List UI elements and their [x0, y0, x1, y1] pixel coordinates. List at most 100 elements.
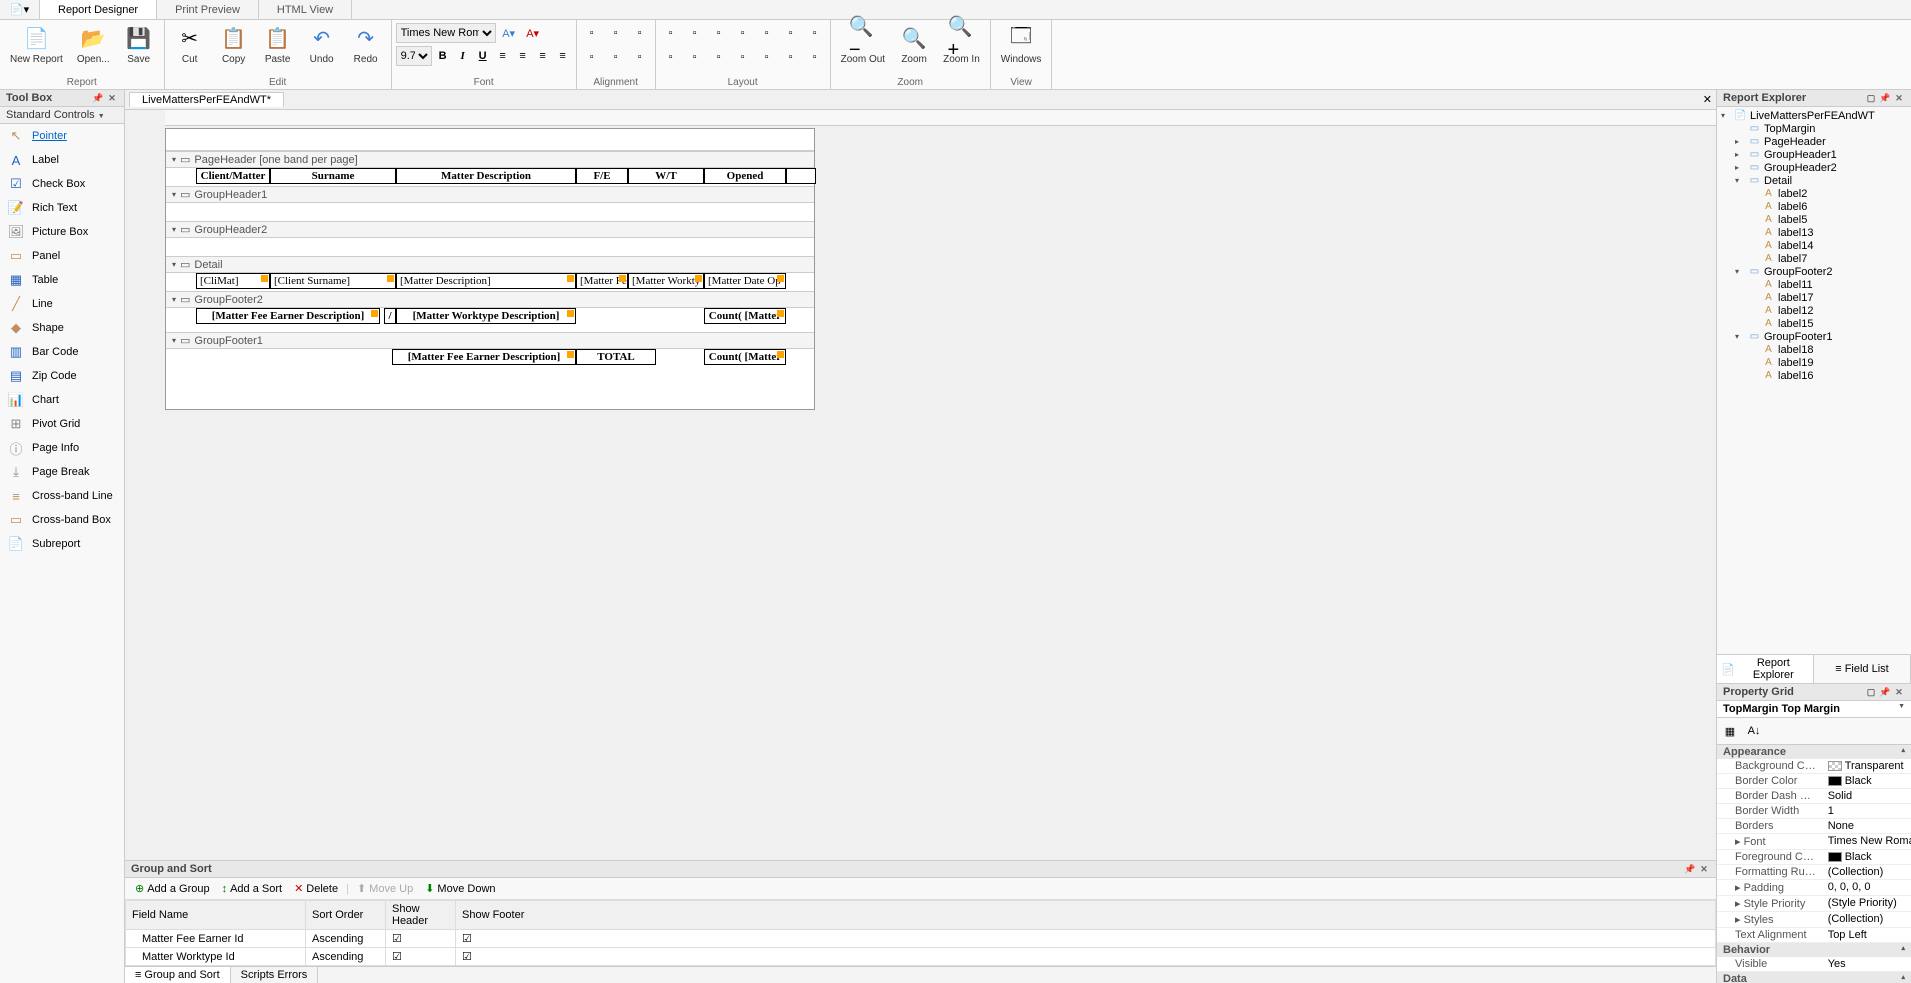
font-family-select[interactable]: Times New Roman — [396, 23, 496, 43]
propgrid-pin-icon[interactable]: 📌 — [1879, 686, 1891, 698]
collapse-icon[interactable]: ▾ — [172, 336, 176, 345]
toolbox-item-cross-band-box[interactable]: ▭Cross-band Box — [0, 508, 124, 532]
gs-field[interactable]: Matter Fee Earner Id — [126, 930, 306, 948]
expand-icon[interactable]: ▾ — [1735, 176, 1745, 185]
prop-row[interactable]: ▸ FontTimes New Roman,... — [1717, 834, 1911, 850]
tree-node-label16[interactable]: Alabel16 — [1717, 369, 1911, 382]
report-label[interactable]: Matter Description — [396, 168, 576, 184]
layout-btn-13[interactable]: ▫ — [780, 46, 802, 68]
smart-tag-icon[interactable] — [777, 351, 784, 358]
gs-show-header[interactable]: ☑ — [386, 948, 456, 966]
toolbox-item-chart[interactable]: 📊Chart — [0, 388, 124, 412]
design-canvas[interactable]: ▾▭PageHeader [one band per page]Client/M… — [125, 110, 1716, 860]
report-label[interactable]: Opened — [704, 168, 786, 184]
report-label[interactable]: Client/Matter — [196, 168, 270, 184]
prop-row[interactable]: Foreground ColorBlack — [1717, 850, 1911, 865]
tab-field-list[interactable]: ≡Field List — [1814, 655, 1911, 683]
document-tab[interactable]: LiveMattersPerFEAndWT* — [129, 92, 284, 107]
prop-value[interactable]: (Style Priority) — [1824, 896, 1911, 911]
tree-node-groupheader1[interactable]: ▸▭GroupHeader1 — [1717, 148, 1911, 161]
underline-button[interactable]: U — [474, 47, 492, 65]
layout-btn-9[interactable]: ▫ — [684, 46, 706, 68]
toolbox-item-table[interactable]: ▦Table — [0, 268, 124, 292]
report-label[interactable]: / — [384, 308, 396, 324]
tree-node-detail[interactable]: ▾▭Detail — [1717, 174, 1911, 187]
prop-row[interactable]: ▸ Styles(Collection) — [1717, 912, 1911, 928]
gs-close-icon[interactable]: ✕ — [1698, 863, 1710, 875]
tree-node-groupheader2[interactable]: ▸▭GroupHeader2 — [1717, 161, 1911, 174]
prop-row[interactable]: Background ColorTransparent — [1717, 759, 1911, 774]
add-sort-button[interactable]: ↕Add a Sort — [218, 882, 286, 896]
layout-btn-11[interactable]: ▫ — [732, 46, 754, 68]
copy-button[interactable]: 📋Copy — [213, 22, 255, 67]
tab-preview[interactable]: Print Preview — [157, 0, 259, 19]
expand-icon[interactable]: ▾ — [1735, 267, 1745, 276]
tab-scripts-errors[interactable]: Scripts Errors — [231, 967, 319, 983]
align-right-button[interactable]: ≡ — [534, 47, 552, 65]
layout-btn-1[interactable]: ▫ — [660, 22, 682, 44]
report-label[interactable]: Count( [Matter — [704, 349, 786, 365]
tree-node-label2[interactable]: Alabel2 — [1717, 187, 1911, 200]
report-label[interactable] — [786, 168, 816, 184]
prop-value[interactable]: None — [1824, 819, 1911, 833]
tab-html[interactable]: HTML View — [259, 0, 352, 19]
band-content[interactable]: [Matter Fee Earner Description]/[Matter … — [166, 308, 814, 332]
windows-button[interactable]: 🗔Windows — [995, 22, 1048, 67]
tree-node-label17[interactable]: Alabel17 — [1717, 291, 1911, 304]
smart-tag-icon[interactable] — [261, 275, 268, 282]
report-label[interactable]: [Matter Workty — [628, 273, 704, 289]
align-left-button[interactable]: ≡ — [494, 47, 512, 65]
prop-value[interactable]: 0, 0, 0, 0 — [1824, 880, 1911, 895]
prop-row[interactable]: Text AlignmentTop Left — [1717, 928, 1911, 943]
gs-pin-icon[interactable]: 📌 — [1684, 863, 1696, 875]
toolbox-item-pointer[interactable]: ↖Pointer — [0, 124, 124, 148]
tree-node-label11[interactable]: Alabel11 — [1717, 278, 1911, 291]
band-content[interactable]: [CliMat][Client Surname][Matter Descript… — [166, 273, 814, 291]
toolbox-item-panel[interactable]: ▭Panel — [0, 244, 124, 268]
explorer-max-icon[interactable]: ▢ — [1865, 92, 1877, 104]
prop-value[interactable]: 1 — [1824, 804, 1911, 818]
align-mid-right[interactable]: ▫ — [629, 46, 651, 68]
group-sort-row[interactable]: Matter Fee Earner IdAscending☑☑ — [126, 930, 1716, 948]
toolbox-item-page-info[interactable]: ⓘPage Info — [0, 436, 124, 460]
propgrid-object[interactable]: TopMargin Top Margin ▼ — [1717, 701, 1911, 718]
prop-row[interactable]: ▸ Padding0, 0, 0, 0 — [1717, 880, 1911, 896]
tree-node-label6[interactable]: Alabel6 — [1717, 200, 1911, 213]
zoom-in-button[interactable]: 🔍+Zoom In — [937, 22, 986, 67]
report-label[interactable]: TOTAL — [576, 349, 656, 365]
tab-report-explorer[interactable]: 📄Report Explorer — [1717, 655, 1814, 683]
layout-btn-3[interactable]: ▫ — [708, 22, 730, 44]
toolbox-item-subreport[interactable]: 📄Subreport — [0, 532, 124, 556]
band-header[interactable]: ▾▭GroupFooter1 — [166, 332, 814, 349]
expand-icon[interactable]: ▾ — [1735, 332, 1745, 341]
paste-button[interactable]: 📋Paste — [257, 22, 299, 67]
report-label[interactable]: [Matter Fe — [576, 273, 628, 289]
layout-btn-7[interactable]: ▫ — [804, 22, 826, 44]
prop-category[interactable]: Behavior▴ — [1717, 943, 1911, 957]
report-label[interactable]: Count( [Matter — [704, 308, 786, 324]
tree-node-label15[interactable]: Alabel15 — [1717, 317, 1911, 330]
toolbox-item-shape[interactable]: ◆Shape — [0, 316, 124, 340]
tree-node-label13[interactable]: Alabel13 — [1717, 226, 1911, 239]
prop-value[interactable]: (Collection) — [1824, 865, 1911, 879]
layout-btn-14[interactable]: ▫ — [804, 46, 826, 68]
toolbox-item-line[interactable]: ╱Line — [0, 292, 124, 316]
align-top-center[interactable]: ▫ — [605, 22, 627, 44]
tree-node-label7[interactable]: Alabel7 — [1717, 252, 1911, 265]
tree-node-label14[interactable]: Alabel14 — [1717, 239, 1911, 252]
gs-field[interactable]: Matter Worktype Id — [126, 948, 306, 966]
font-size-select[interactable]: 9.75 — [396, 46, 432, 66]
italic-button[interactable]: I — [454, 47, 472, 65]
prop-value[interactable]: Black — [1824, 774, 1911, 788]
document-close-icon[interactable]: ✕ — [1703, 93, 1712, 106]
prop-row[interactable]: BordersNone — [1717, 819, 1911, 834]
explorer-tree[interactable]: ▾📄LiveMattersPerFEAndWT▭TopMargin▸▭PageH… — [1717, 107, 1911, 654]
zoom-button[interactable]: 🔍Zoom — [893, 22, 935, 67]
report-label[interactable]: Surname — [270, 168, 396, 184]
report-label[interactable]: [Client Surname] — [270, 273, 396, 289]
tree-node-label12[interactable]: Alabel12 — [1717, 304, 1911, 317]
gs-order[interactable]: Ascending — [306, 930, 386, 948]
group-sort-row[interactable]: Matter Worktype IdAscending☑☑ — [126, 948, 1716, 966]
align-top-right[interactable]: ▫ — [629, 22, 651, 44]
propgrid-categorized-icon[interactable]: ▦ — [1719, 720, 1741, 742]
